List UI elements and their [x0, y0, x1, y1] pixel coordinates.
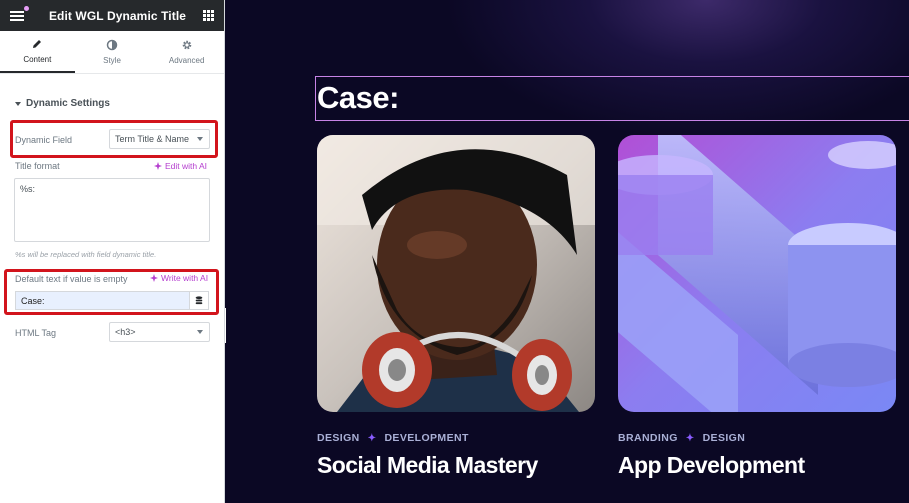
- dynamic-field-label: Dynamic Field: [15, 135, 73, 145]
- card-image-abstract[interactable]: [618, 135, 896, 412]
- separator-star-icon: ✦: [685, 432, 695, 444]
- contrast-icon: [106, 39, 118, 51]
- default-text-label: Default text if value is empty: [15, 274, 128, 284]
- sparkle-icon: [150, 274, 158, 282]
- tab-style-label: Style: [103, 56, 121, 65]
- write-with-ai-label: Write with AI: [161, 273, 209, 283]
- tab-content-label: Content: [23, 55, 52, 64]
- title-format-label: Title format: [15, 161, 60, 171]
- card-title[interactable]: Social Media Mastery: [317, 452, 538, 479]
- default-text-input[interactable]: Case:: [15, 291, 190, 310]
- write-with-ai-link[interactable]: Write with AI: [150, 273, 208, 283]
- title-format-textarea[interactable]: %s:: [14, 178, 210, 242]
- database-icon: [195, 296, 203, 305]
- sparkle-icon: [154, 162, 162, 170]
- section-title-label: Dynamic Settings: [26, 98, 110, 109]
- panel-tabs: Content Style Advanced: [0, 31, 224, 74]
- tag[interactable]: DEVELOPMENT: [384, 432, 468, 444]
- html-tag-select[interactable]: <h3>: [109, 322, 210, 342]
- tab-advanced-label: Advanced: [168, 56, 205, 65]
- gear-icon: [182, 40, 191, 50]
- widgets-grid-icon[interactable]: [203, 10, 214, 21]
- dropdown-arrow-icon: [197, 330, 203, 334]
- tab-advanced[interactable]: Advanced: [149, 31, 224, 73]
- dynamic-field-value: Term Title & Name: [115, 134, 190, 144]
- html-tag-label: HTML Tag: [15, 328, 57, 338]
- edit-with-ai-label: Edit with AI: [165, 161, 208, 171]
- menu-icon[interactable]: [10, 5, 29, 22]
- abstract-3d-image: [618, 135, 896, 412]
- card-tags: BRANDING ✦ DESIGN: [618, 432, 745, 444]
- card-title[interactable]: App Development: [618, 452, 805, 479]
- caret-down-icon: [15, 101, 21, 106]
- card-image-portrait[interactable]: [317, 135, 595, 412]
- preview-canvas: Case: DESIGN ✦ DEVELOPMENT Social Media …: [226, 0, 909, 503]
- card-tags: DESIGN ✦ DEVELOPMENT: [317, 432, 469, 444]
- tab-style[interactable]: Style: [75, 31, 150, 73]
- portrait-image: [317, 135, 595, 412]
- panel-title: Edit WGL Dynamic Title: [48, 8, 187, 23]
- tab-content[interactable]: Content: [0, 31, 75, 73]
- panel-header: Edit WGL Dynamic Title: [0, 0, 224, 31]
- html-tag-value: <h3>: [115, 327, 136, 337]
- tag[interactable]: BRANDING: [618, 432, 678, 444]
- pencil-icon: [33, 40, 42, 48]
- separator-star-icon: ✦: [367, 432, 377, 444]
- dynamic-title-heading[interactable]: Case:: [317, 80, 399, 116]
- dynamic-field-select[interactable]: Term Title & Name: [109, 129, 210, 149]
- tag[interactable]: DESIGN: [703, 432, 746, 444]
- title-format-hint: %s will be replaced with field dynamic t…: [15, 250, 157, 259]
- heading-selection-outline[interactable]: [315, 76, 909, 121]
- section-dynamic-settings[interactable]: Dynamic Settings: [15, 98, 110, 109]
- edit-with-ai-link[interactable]: Edit with AI: [154, 161, 207, 171]
- dropdown-arrow-icon: [197, 137, 203, 141]
- dynamic-tags-button[interactable]: [189, 291, 209, 310]
- tag[interactable]: DESIGN: [317, 432, 360, 444]
- editor-panel: Edit WGL Dynamic Title Content Style Adv…: [0, 0, 225, 503]
